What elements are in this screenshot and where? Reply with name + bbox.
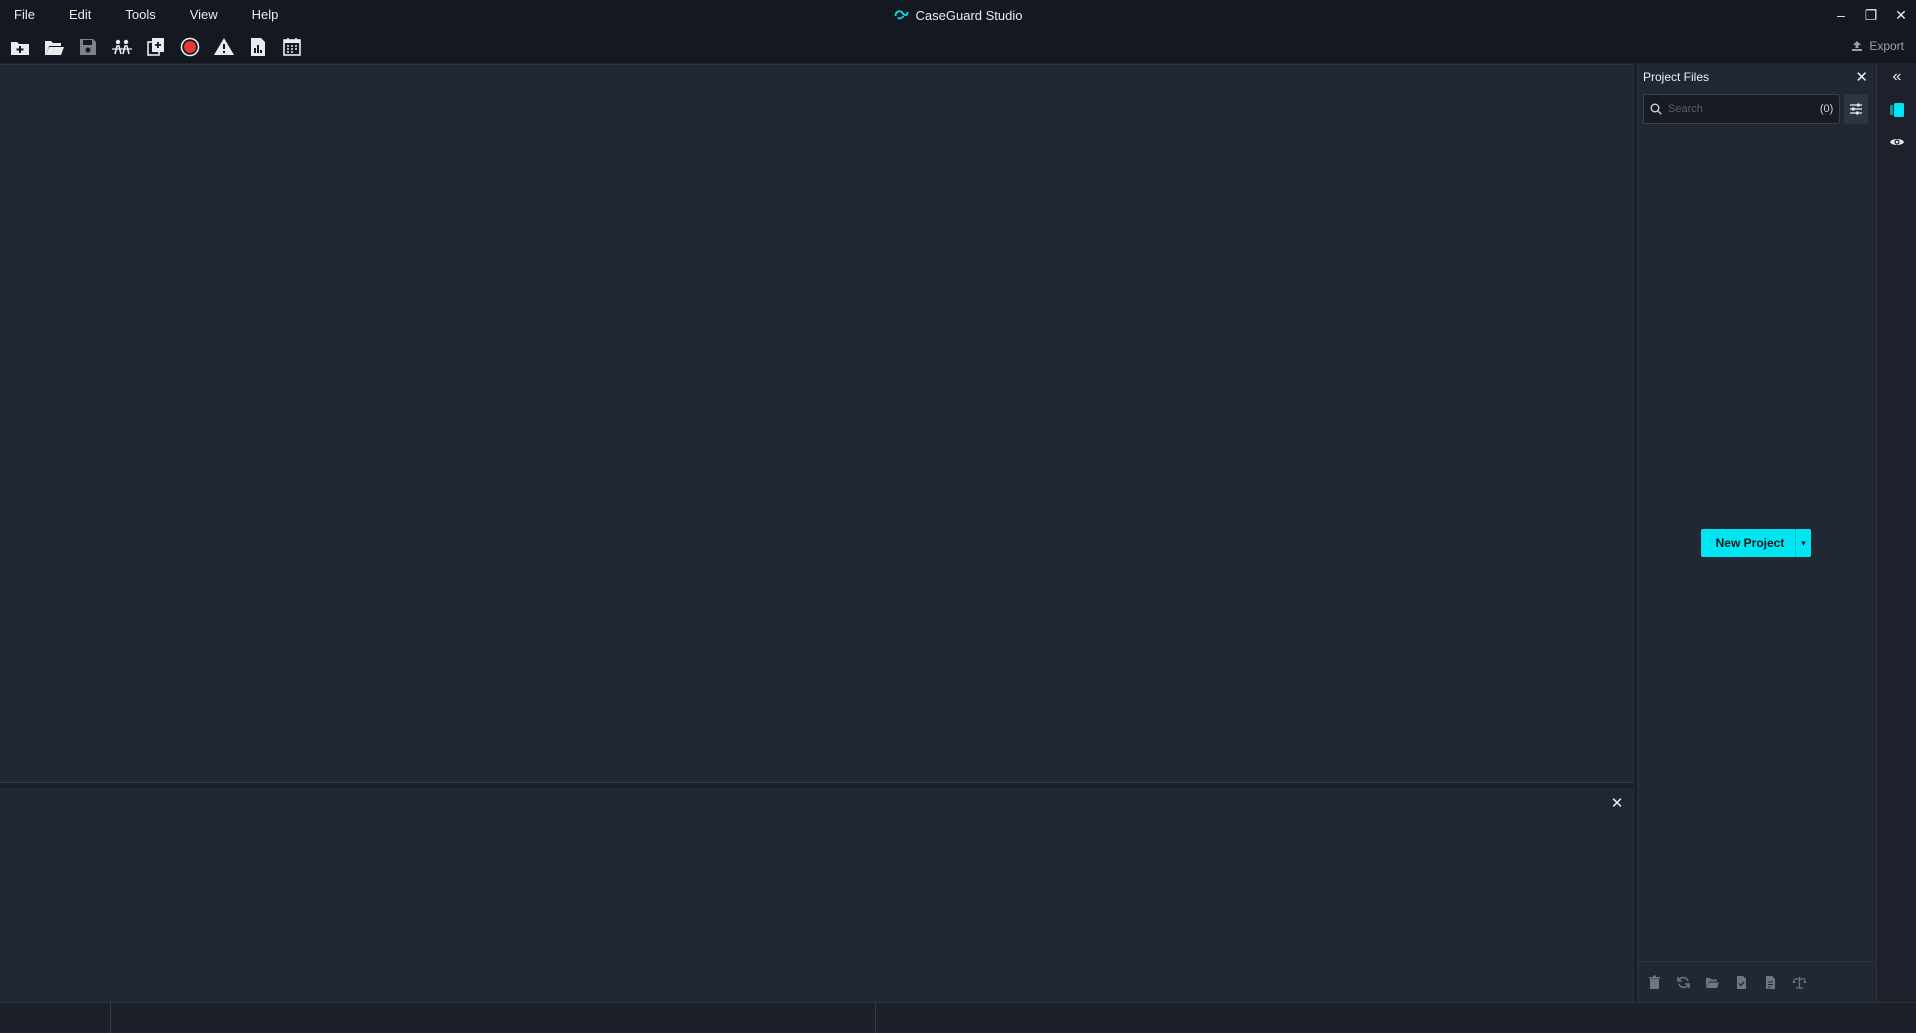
calendar-icon <box>283 37 301 56</box>
new-project-split-button: New Project ▾ <box>1701 529 1811 557</box>
search-icon <box>1650 103 1662 115</box>
delete-button[interactable] <box>1645 973 1664 992</box>
record-icon <box>180 37 200 56</box>
open-folder-button[interactable] <box>37 32 71 62</box>
main-viewer <box>0 64 1634 782</box>
toolbar: Export <box>0 30 1916 63</box>
export-icon <box>1852 41 1863 51</box>
double-chevron-left-icon: « <box>1892 68 1902 85</box>
restore-button[interactable]: ❐ <box>1856 0 1886 30</box>
project-files-toggle[interactable] <box>1877 94 1916 126</box>
preview-toggle[interactable] <box>1877 126 1916 158</box>
collapse-panel-button[interactable]: « <box>1877 64 1916 90</box>
export-button[interactable]: Export <box>1851 34 1904 58</box>
file-check-button[interactable] <box>1732 973 1751 992</box>
refresh-button[interactable] <box>1674 973 1693 992</box>
status-bar <box>0 1002 1916 1033</box>
search-box: (0) <box>1643 94 1841 124</box>
save-button[interactable] <box>71 32 105 62</box>
close-window-button[interactable]: ✕ <box>1886 0 1916 30</box>
new-project-button[interactable]: New Project <box>1701 536 1795 550</box>
menu-view[interactable]: View <box>182 0 226 30</box>
warning-button[interactable] <box>207 32 241 62</box>
open-folder-action-button[interactable] <box>1703 973 1722 992</box>
search-input[interactable] <box>1662 102 1820 116</box>
search-result-count: (0) <box>1819 103 1834 115</box>
project-files-divider <box>1639 961 1875 962</box>
warning-icon <box>214 37 234 55</box>
save-icon <box>80 38 96 55</box>
bottom-panel: ✕ <box>0 788 1634 1002</box>
report-icon <box>251 37 265 56</box>
caseguard-logo-icon <box>894 8 910 23</box>
calendar-button[interactable] <box>275 32 309 62</box>
delete-icon <box>1649 975 1660 989</box>
filter-settings-button[interactable] <box>1844 94 1868 124</box>
menu-edit[interactable]: Edit <box>61 0 99 30</box>
people-tracking-button[interactable] <box>105 32 139 62</box>
status-divider <box>875 1003 876 1033</box>
open-folder-icon <box>1706 978 1719 988</box>
app-title: CaseGuard Studio <box>894 0 1023 30</box>
vertical-splitter[interactable] <box>1634 64 1637 1002</box>
project-files-title: Project Files <box>1643 70 1710 84</box>
new-project-icon <box>11 41 29 55</box>
window-controls: – ❐ ✕ <box>1826 0 1916 30</box>
menu-tools[interactable]: Tools <box>117 0 163 30</box>
app-title-text: CaseGuard Studio <box>915 7 1023 23</box>
balance-scale-icon <box>1792 977 1807 989</box>
menu-bar: File Edit Tools View Help <box>0 0 304 30</box>
report-button[interactable] <box>241 32 275 62</box>
search-row: (0) <box>1639 90 1874 124</box>
export-label: Export <box>1869 39 1904 53</box>
project-files-panel: Project Files ✕ (0) New Project ▾ <box>1638 64 1875 1002</box>
right-side-strip: « <box>1876 64 1916 1002</box>
eye-icon <box>1890 139 1904 145</box>
bottom-panel-close-button[interactable]: ✕ <box>1608 794 1626 812</box>
title-bar: File Edit Tools View Help CaseGuard Stud… <box>0 0 1916 30</box>
document-button[interactable] <box>1761 973 1780 992</box>
duplicate-button[interactable] <box>139 32 173 62</box>
record-button[interactable] <box>173 32 207 62</box>
menu-help[interactable]: Help <box>244 0 287 30</box>
project-files-header: Project Files ✕ <box>1639 64 1874 90</box>
menu-file[interactable]: File <box>6 0 43 30</box>
project-files-close-button[interactable]: ✕ <box>1855 68 1868 86</box>
file-check-icon <box>1737 976 1746 989</box>
people-tracking-icon <box>112 39 132 54</box>
duplicate-icon <box>147 37 164 56</box>
refresh-icon <box>1677 976 1690 989</box>
status-divider <box>110 1003 111 1033</box>
sliders-icon <box>1850 103 1863 115</box>
project-files-actions <box>1645 973 1809 992</box>
panel-icon <box>1890 103 1904 117</box>
open-folder-icon <box>45 40 64 55</box>
document-icon <box>1766 976 1775 989</box>
new-project-dropdown-caret[interactable]: ▾ <box>1795 529 1811 557</box>
minimize-button[interactable]: – <box>1826 0 1856 30</box>
new-project-button[interactable] <box>3 32 37 62</box>
balance-scale-button[interactable] <box>1790 973 1809 992</box>
